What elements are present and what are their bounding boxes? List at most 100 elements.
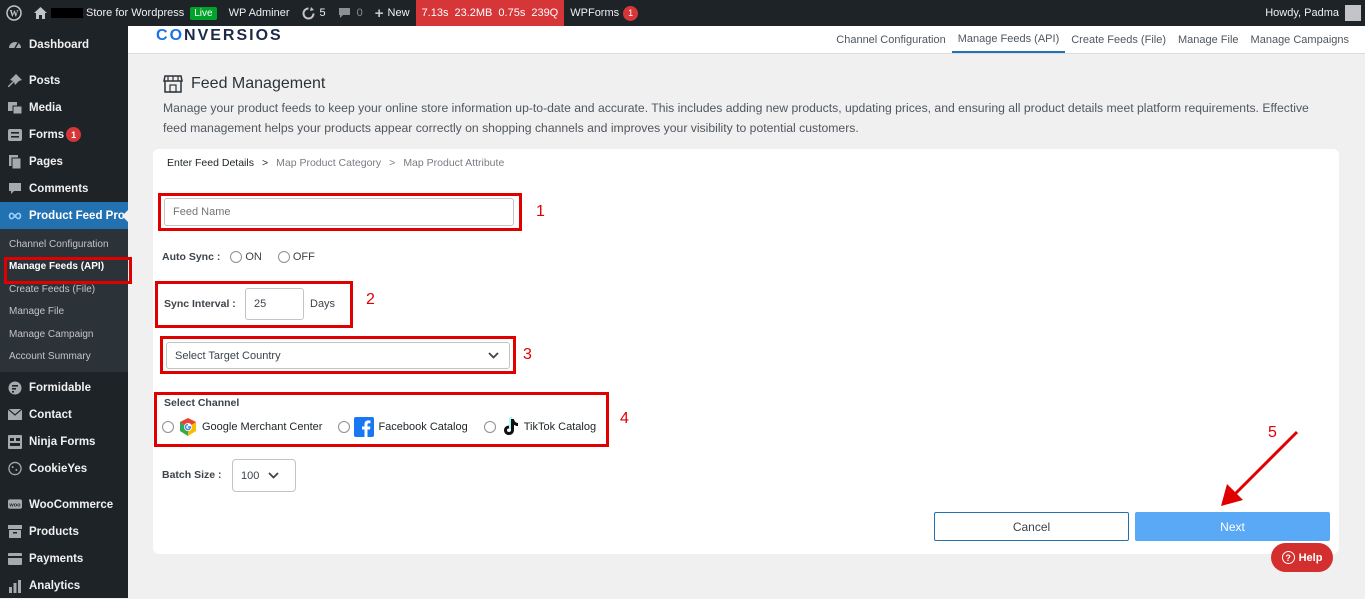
sidebar-item-media[interactable]: Media	[0, 94, 128, 121]
conversios-logo: CONVERSIOS	[156, 27, 283, 45]
comments-link[interactable]: 0	[332, 0, 369, 26]
media-icon	[8, 101, 22, 115]
cancel-button[interactable]: Cancel	[934, 512, 1129, 541]
user-account-menu[interactable]: Howdy, Padma	[1265, 5, 1365, 21]
live-badge: Live	[190, 6, 217, 20]
breadcrumb-separator: >	[389, 157, 396, 169]
tab-manage-campaigns[interactable]: Manage Campaigns	[1245, 26, 1355, 53]
sidebar-item-label: Contact	[29, 408, 72, 421]
tab-create-feeds-file[interactable]: Create Feeds (File)	[1065, 26, 1172, 53]
tab-manage-file[interactable]: Manage File	[1172, 26, 1245, 53]
annotation-arrow	[1221, 430, 1299, 506]
site-name: Store for Wordpress	[86, 7, 185, 19]
formidable-icon	[8, 381, 22, 395]
google-merchant-label: Google Merchant Center	[202, 421, 323, 433]
sidebar-item-label: Posts	[29, 74, 61, 87]
batch-size-select[interactable]: 100	[232, 459, 296, 492]
avatar	[1345, 5, 1361, 21]
tiktok-catalog-label: TikTok Catalog	[523, 421, 597, 433]
sidebar-item-analytics[interactable]: Analytics	[0, 572, 128, 599]
wordpress-logo-icon[interactable]: W	[0, 0, 28, 26]
chevron-down-icon	[488, 352, 499, 359]
google-merchant-radio[interactable]	[162, 421, 174, 433]
redacted-block	[51, 8, 83, 18]
submenu-account-summary[interactable]: Account Summary	[0, 346, 128, 369]
svg-text:W: W	[10, 9, 19, 19]
sidebar-item-forms[interactable]: Forms 1	[0, 121, 128, 148]
perf-time: 7.13s	[421, 7, 449, 19]
wpforms-link[interactable]: WPForms 1	[564, 0, 644, 26]
step-enter-feed-details[interactable]: Enter Feed Details	[167, 157, 254, 169]
sidebar-item-label: Formidable	[29, 381, 91, 394]
sidebar-item-pages[interactable]: Pages	[0, 148, 128, 175]
sidebar-item-label: Ninja Forms	[29, 435, 96, 448]
sidebar-item-woocommerce[interactable]: woo WooCommerce	[0, 491, 128, 518]
sync-interval-input[interactable]: 25	[245, 288, 304, 320]
auto-sync-off-label: OFF	[292, 251, 315, 263]
wp-adminer-link[interactable]: WP Adminer	[223, 0, 296, 26]
tiktok-catalog-radio[interactable]	[483, 421, 496, 433]
sidebar-item-contact[interactable]: Contact	[0, 401, 128, 428]
plus-icon: +	[374, 4, 384, 22]
tab-channel-configuration[interactable]: Channel Configuration	[830, 26, 951, 53]
sidebar-item-product-feed-pro[interactable]: Product Feed Pro	[0, 202, 128, 229]
mail-icon	[8, 408, 22, 422]
forms-icon	[8, 128, 22, 142]
feed-name-input[interactable]	[164, 198, 514, 226]
breadcrumb-separator: >	[261, 157, 269, 169]
sidebar-item-products[interactable]: Products	[0, 518, 128, 545]
analytics-icon	[8, 579, 22, 593]
infinity-icon	[8, 209, 22, 223]
sidebar-item-comments[interactable]: Comments	[0, 175, 128, 202]
sidebar-item-posts[interactable]: Posts	[0, 67, 128, 94]
step-map-product-category[interactable]: Map Product Category	[276, 157, 381, 169]
home-icon	[34, 7, 47, 19]
updates-link[interactable]: 5	[296, 0, 332, 26]
next-button[interactable]: Next	[1135, 512, 1330, 541]
sync-interval-unit: Days	[310, 298, 336, 310]
step-map-product-attribute[interactable]: Map Product Attribute	[403, 157, 504, 169]
archive-icon	[8, 525, 22, 539]
page-heading: Feed Management	[163, 75, 325, 93]
ninja-icon	[8, 434, 22, 449]
plugin-top-nav: CONVERSIOS Channel Configuration Manage …	[128, 26, 1365, 54]
logo-letter-o: O	[169, 27, 185, 44]
google-merchant-icon	[180, 418, 196, 436]
target-country-value: Select Target Country	[175, 349, 281, 362]
sidebar-item-ninja-forms[interactable]: Ninja Forms	[0, 428, 128, 455]
sidebar-item-dashboard[interactable]: Dashboard	[0, 31, 128, 58]
sidebar-item-formidable[interactable]: Formidable	[0, 374, 128, 401]
help-button[interactable]: ? Help	[1271, 543, 1333, 572]
query-monitor-stats[interactable]: 7.13s 23.2MB 0.75s 239Q	[415, 0, 565, 26]
updates-count: 5	[319, 7, 326, 19]
auto-sync-off-radio[interactable]	[277, 251, 290, 263]
plugin-tabs: Channel Configuration Manage Feeds (API)…	[830, 26, 1355, 53]
tab-manage-feeds-api[interactable]: Manage Feeds (API)	[951, 26, 1066, 53]
submenu-manage-campaign[interactable]: Manage Campaign	[0, 323, 128, 346]
sidebar-item-label: CookieYes	[29, 462, 88, 475]
product-feed-pro-submenu: Channel Configuration Manage Feeds (API)…	[0, 229, 128, 372]
howdy-text: Howdy, Padma	[1265, 7, 1339, 19]
sidebar-item-cookieyes[interactable]: CookieYes	[0, 455, 128, 482]
target-country-select[interactable]: Select Target Country	[166, 342, 510, 369]
auto-sync-on-radio[interactable]	[230, 251, 243, 263]
sidebar-item-payments[interactable]: Payments	[0, 545, 128, 572]
admin-sidebar: Dashboard Posts Media Forms 1 Pages Comm…	[0, 26, 128, 598]
dashboard-icon	[8, 38, 22, 52]
sidebar-item-label: Comments	[29, 182, 89, 195]
perf-queries: 239Q	[531, 7, 559, 19]
sidebar-item-label: WooCommerce	[29, 498, 114, 511]
submenu-channel-configuration[interactable]: Channel Configuration	[0, 233, 128, 256]
facebook-catalog-radio[interactable]	[338, 421, 351, 433]
new-content-link[interactable]: + New	[369, 0, 416, 26]
auto-sync-label: Auto Sync :	[162, 251, 221, 263]
logo-text: NVERSIOS	[184, 27, 283, 44]
help-label: Help	[1298, 551, 1323, 564]
auto-sync-on-label: ON	[245, 251, 262, 263]
logo-letter-c: C	[156, 27, 170, 44]
site-name-link[interactable]: Store for Wordpress	[28, 0, 190, 26]
submenu-manage-file[interactable]: Manage File	[0, 301, 128, 324]
annotation-number-3: 3	[523, 346, 532, 363]
comment-icon	[338, 8, 350, 18]
woo-icon: woo	[8, 498, 22, 512]
